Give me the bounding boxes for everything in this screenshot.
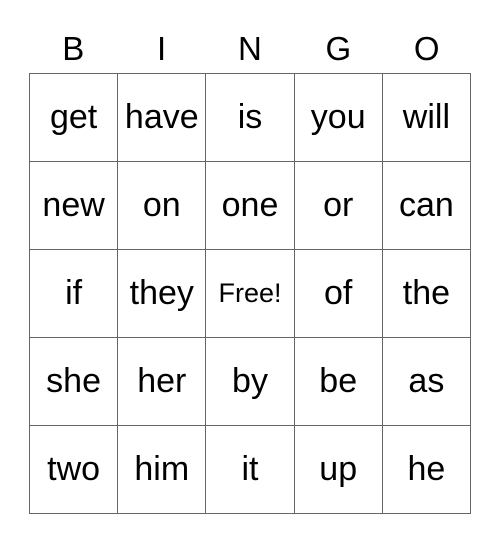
bingo-cell[interactable]: her	[118, 338, 207, 426]
bingo-cell[interactable]: you	[294, 74, 383, 162]
bingo-card-grid: get have is you will new on one or can i…	[29, 73, 471, 514]
header-letter-b: B	[62, 30, 85, 67]
bingo-cell[interactable]: up	[294, 426, 383, 514]
bingo-cell[interactable]: one	[206, 162, 295, 250]
bingo-cell[interactable]: new	[30, 162, 119, 250]
bingo-cell[interactable]: he	[382, 426, 471, 514]
bingo-cell[interactable]: will	[382, 74, 471, 162]
bingo-cell[interactable]: they	[118, 250, 207, 338]
bingo-cell[interactable]: have	[118, 74, 207, 162]
header-letter-g: G	[325, 30, 352, 67]
bingo-cell[interactable]: be	[294, 338, 383, 426]
header-letter-o: O	[413, 30, 440, 67]
header-letter-n: N	[238, 30, 262, 67]
free-space-cell[interactable]: Free!	[206, 250, 295, 338]
bingo-cell[interactable]: if	[30, 250, 119, 338]
bingo-cell[interactable]: him	[118, 426, 207, 514]
bingo-cell[interactable]: she	[30, 338, 119, 426]
bingo-cell[interactable]: on	[118, 162, 207, 250]
bingo-cell[interactable]: two	[30, 426, 119, 514]
bingo-cell[interactable]: as	[382, 338, 471, 426]
bingo-cell[interactable]: or	[294, 162, 383, 250]
bingo-cell[interactable]: it	[206, 426, 295, 514]
bingo-header: B I N G O	[29, 26, 471, 72]
bingo-cell[interactable]: is	[206, 74, 295, 162]
bingo-cell[interactable]: of	[294, 250, 383, 338]
header-letter-i: I	[157, 30, 167, 67]
bingo-cell[interactable]: get	[30, 74, 119, 162]
bingo-cell[interactable]: by	[206, 338, 295, 426]
bingo-cell[interactable]: can	[382, 162, 471, 250]
bingo-cell[interactable]: the	[382, 250, 471, 338]
